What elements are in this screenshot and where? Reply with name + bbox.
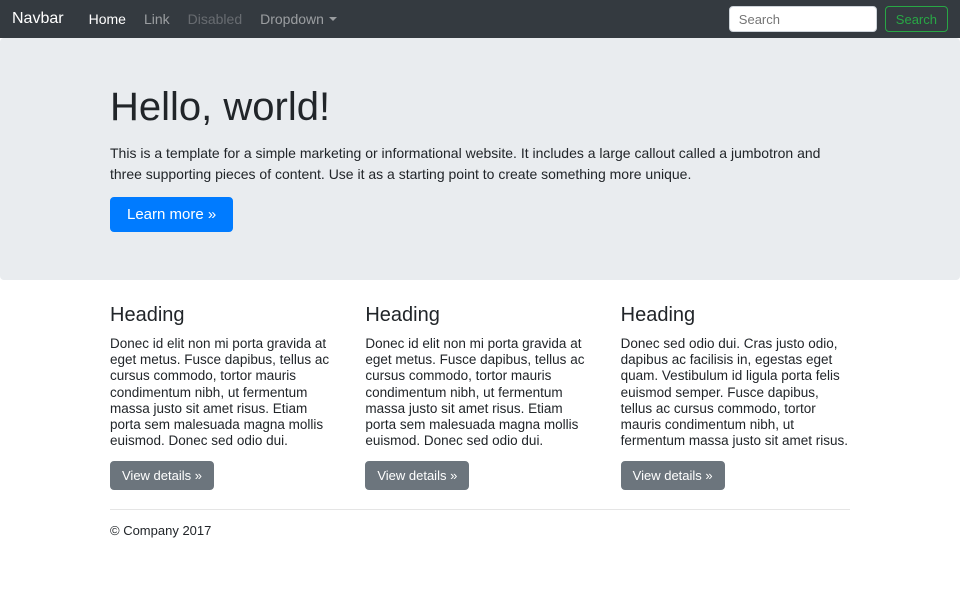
column-text: Donec id elit non mi porta gravida at eg… xyxy=(110,336,339,449)
navbar-search-form: Search xyxy=(729,6,948,32)
nav-item-link[interactable]: Link xyxy=(135,11,179,27)
footer: © Company 2017 xyxy=(110,509,850,538)
jumbotron-title: Hello, world! xyxy=(110,84,850,130)
search-button[interactable]: Search xyxy=(885,6,948,32)
nav-item-home[interactable]: Home xyxy=(80,11,135,27)
caret-down-icon xyxy=(329,17,337,21)
main-content: Heading Donec id elit non mi porta gravi… xyxy=(110,304,850,538)
search-input[interactable] xyxy=(729,6,877,32)
view-details-button-1[interactable]: View details » xyxy=(110,461,214,490)
column-heading: Heading xyxy=(621,304,850,327)
marketing-column-3: Heading Donec sed odio dui. Cras justo o… xyxy=(621,304,850,490)
column-text: Donec sed odio dui. Cras justo odio, dap… xyxy=(621,336,850,449)
navbar-nav: Home Link Disabled Dropdown xyxy=(80,11,729,27)
copyright-text: © Company 2017 xyxy=(110,523,850,538)
nav-item-dropdown[interactable]: Dropdown xyxy=(251,11,346,27)
navbar-brand[interactable]: Navbar xyxy=(12,10,64,28)
view-details-button-3[interactable]: View details » xyxy=(621,461,725,490)
marketing-columns: Heading Donec id elit non mi porta gravi… xyxy=(110,304,850,490)
navbar: Navbar Home Link Disabled Dropdown Searc… xyxy=(0,0,960,38)
jumbotron: Hello, world! This is a template for a s… xyxy=(0,38,960,280)
column-heading: Heading xyxy=(365,304,594,327)
learn-more-button[interactable]: Learn more » xyxy=(110,197,233,232)
footer-divider xyxy=(110,509,850,510)
marketing-column-1: Heading Donec id elit non mi porta gravi… xyxy=(110,304,339,490)
jumbotron-description: This is a template for a simple marketin… xyxy=(110,143,850,185)
column-text: Donec id elit non mi porta gravida at eg… xyxy=(365,336,594,449)
view-details-button-2[interactable]: View details » xyxy=(365,461,469,490)
nav-item-dropdown-label: Dropdown xyxy=(260,11,324,27)
marketing-column-2: Heading Donec id elit non mi porta gravi… xyxy=(365,304,594,490)
nav-item-disabled: Disabled xyxy=(179,11,251,27)
column-heading: Heading xyxy=(110,304,339,327)
